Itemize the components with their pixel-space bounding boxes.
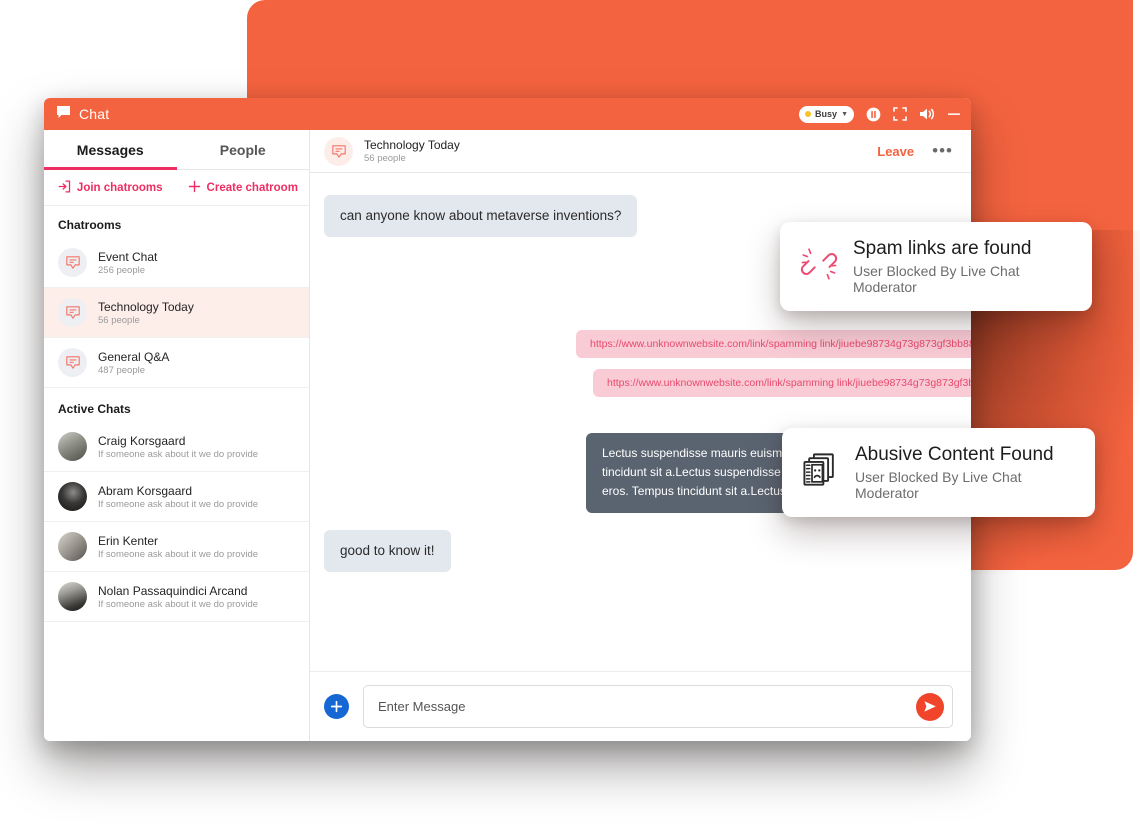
room-bubble-icon <box>324 136 353 166</box>
status-dropdown[interactable]: Busy ▼ <box>799 105 854 123</box>
chatroom-people-count: 256 people <box>98 264 146 276</box>
chatroom-list: Event Chat 256 people Technology Today 5… <box>44 238 309 388</box>
login-arrow-icon <box>58 179 71 196</box>
list-item[interactable]: Craig Korsgaard If someone ask about it … <box>44 422 309 472</box>
status-label: Busy <box>815 109 838 119</box>
message-input[interactable] <box>378 699 916 714</box>
avatar <box>58 432 87 461</box>
chat-text: Nolan Passaquindici Arcand If someone as… <box>98 584 258 610</box>
tab-people[interactable]: People <box>177 130 310 169</box>
chatroom-text: General Q&A 487 people <box>98 350 169 376</box>
active-chats-heading: Active Chats <box>58 402 131 416</box>
avatar <box>58 582 87 611</box>
chatroom-name: Technology Today <box>98 299 194 314</box>
avatar <box>58 482 87 511</box>
chatroom-name: General Q&A <box>98 349 170 364</box>
chat-bubble-icon <box>56 105 71 124</box>
message-input-wrapper[interactable] <box>363 685 953 728</box>
window-title: Chat <box>79 106 110 122</box>
chatroom-bubble-icon <box>58 248 87 277</box>
room-name: Technology Today <box>364 138 460 152</box>
chatroom-people-count: 487 people <box>98 364 146 376</box>
volume-icon[interactable] <box>919 107 935 121</box>
status-dot-icon <box>805 111 812 117</box>
window-titlebar: Chat Busy ▼ <box>44 98 971 130</box>
create-chatroom-label: Create chatroom <box>206 181 298 194</box>
chatrooms-heading: Chatrooms <box>58 218 122 232</box>
chatroom-bubble-icon <box>58 348 87 377</box>
chevron-down-icon: ▼ <box>841 110 848 118</box>
room-people-count: 56 people <box>364 153 406 164</box>
chatroom-item-event-chat[interactable]: Event Chat 256 people <box>44 238 309 288</box>
minimize-icon[interactable] <box>947 111 961 117</box>
chat-preview: If someone ask about it we do provide <box>98 448 259 460</box>
sidebar-tabs: Messages People <box>44 130 309 170</box>
more-options-button[interactable]: ••• <box>932 142 953 159</box>
spam-link-message-2: https://www.unknownwebsite.com/link/spam… <box>593 369 971 397</box>
plus-circle-icon[interactable] <box>324 694 349 719</box>
join-chatrooms-label: Join chatrooms <box>76 181 163 194</box>
chat-contact-name: Craig Korsgaard <box>98 433 186 448</box>
chat-contact-name: Abram Korsgaard <box>98 483 193 498</box>
message-bubble: good to know it! <box>324 530 451 572</box>
leave-button[interactable]: Leave <box>877 144 914 159</box>
notification-card-spam[interactable]: Spam links are found User Blocked By Liv… <box>780 222 1092 311</box>
room-header-actions: Leave ••• <box>877 142 953 159</box>
room-header: Technology Today 56 people Leave ••• <box>310 130 971 173</box>
chatroom-bubble-icon <box>58 298 87 327</box>
join-chatrooms-button[interactable]: Join chatrooms <box>44 170 177 205</box>
chat-app-window: Chat Busy ▼ Messages People Join chatroo… <box>44 98 971 741</box>
send-icon[interactable] <box>916 692 944 721</box>
tab-messages[interactable]: Messages <box>44 130 177 170</box>
active-chat-list: Craig Korsgaard If someone ask about it … <box>44 422 309 622</box>
notification-card-abuse[interactable]: Abusive Content Found User Blocked By Li… <box>782 428 1095 517</box>
message-bubble: can anyone know about metaverse inventio… <box>324 195 638 237</box>
chat-preview: If someone ask about it we do provide <box>98 498 259 510</box>
message-row-reply: good to know it! <box>310 530 469 572</box>
chat-text: Erin Kenter If someone ask about it we d… <box>98 534 258 560</box>
fullscreen-icon[interactable] <box>893 107 907 121</box>
list-item[interactable]: Nolan Passaquindici Arcand If someone as… <box>44 572 309 622</box>
chatroom-name: Event Chat <box>98 249 158 264</box>
plus-icon <box>188 180 201 196</box>
avatar <box>58 532 87 561</box>
chat-preview: If someone ask about it we do provide <box>98 548 259 560</box>
chat-text: Abram Korsgaard If someone ask about it … <box>98 484 258 510</box>
list-item[interactable]: Erin Kenter If someone ask about it we d… <box>44 522 309 572</box>
chatroom-text: Technology Today 56 people <box>98 300 194 326</box>
spam-link-message-1: https://www.unknownwebsite.com/link/spam… <box>576 330 971 358</box>
screenshot-canvas: Chat Busy ▼ Messages People Join chatroo… <box>0 0 1140 840</box>
list-item[interactable]: Abram Korsgaard If someone ask about it … <box>44 472 309 522</box>
pause-icon[interactable] <box>866 107 881 122</box>
notification-title: Abusive Content Found <box>855 444 1054 465</box>
chat-preview: If someone ask about it we do provide <box>98 598 259 610</box>
titlebar-left: Chat <box>56 105 109 124</box>
chat-text: Craig Korsgaard If someone ask about it … <box>98 434 258 460</box>
chatroom-item-technology-today[interactable]: Technology Today 56 people <box>44 288 309 338</box>
notification-subtitle: User Blocked By Live Chat Moderator <box>855 469 1022 501</box>
sidebar-actions: Join chatrooms Create chatroom <box>44 170 309 206</box>
chat-contact-name: Nolan Passaquindici Arcand <box>98 583 248 598</box>
chatroom-people-count: 56 people <box>98 314 140 326</box>
notification-subtitle: User Blocked By Live Chat Moderator <box>853 263 1020 295</box>
message-composer <box>310 671 971 741</box>
sidebar: Messages People Join chatrooms Create ch… <box>44 130 310 741</box>
room-header-text: Technology Today 56 people <box>364 138 460 164</box>
titlebar-controls: Busy ▼ <box>799 105 961 123</box>
sad-documents-icon <box>802 452 840 493</box>
broken-link-icon <box>800 246 838 287</box>
notification-title: Spam links are found <box>853 238 1032 259</box>
chatroom-item-general-qa[interactable]: General Q&A 487 people <box>44 338 309 388</box>
chat-contact-name: Erin Kenter <box>98 533 159 548</box>
notification-text: Spam links are found User Blocked By Liv… <box>853 238 1070 295</box>
chatroom-text: Event Chat 256 people <box>98 250 157 276</box>
notification-text: Abusive Content Found User Blocked By Li… <box>855 444 1073 501</box>
create-chatroom-button[interactable]: Create chatroom <box>177 170 310 205</box>
